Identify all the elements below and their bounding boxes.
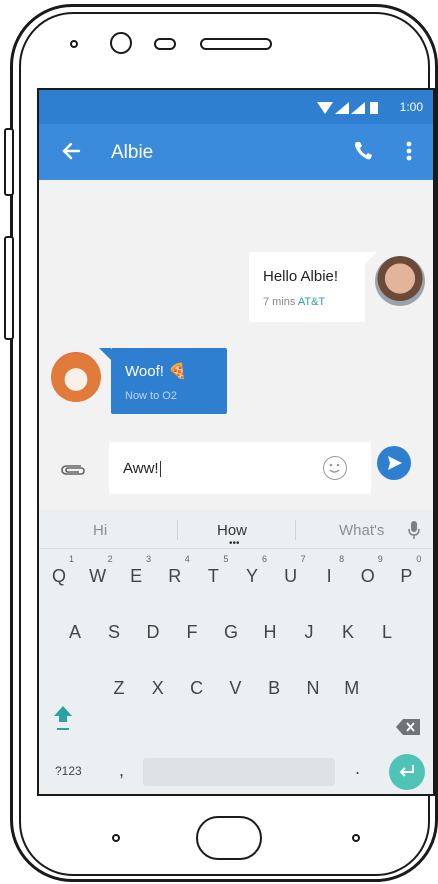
front-camera bbox=[110, 32, 132, 54]
key-t[interactable]: T5 bbox=[199, 554, 229, 594]
message-bubble-outgoing[interactable]: Hello Albie! 7 mins AT&T bbox=[249, 252, 365, 322]
key-c[interactable]: C bbox=[183, 670, 211, 706]
key-q[interactable]: Q1 bbox=[45, 554, 74, 594]
proximity-sensor bbox=[154, 38, 176, 50]
space-key[interactable] bbox=[143, 758, 335, 786]
comma-key[interactable]: , bbox=[119, 760, 124, 781]
key-v[interactable]: V bbox=[221, 670, 249, 706]
signal-icon-2 bbox=[351, 102, 365, 114]
key-y[interactable]: Y6 bbox=[238, 554, 267, 594]
key-e[interactable]: E3 bbox=[122, 554, 151, 594]
key-k[interactable]: K bbox=[334, 614, 362, 650]
phone-call-icon[interactable] bbox=[351, 138, 377, 164]
key-x[interactable]: X bbox=[144, 670, 172, 706]
key-w[interactable]: W2 bbox=[84, 554, 113, 594]
home-button[interactable] bbox=[196, 816, 262, 860]
suggestion-1[interactable]: Hi bbox=[93, 522, 107, 539]
more-options-icon[interactable] bbox=[399, 136, 419, 166]
key-f[interactable]: F bbox=[178, 614, 206, 650]
message-input[interactable]: Aww! bbox=[109, 442, 371, 494]
send-icon bbox=[388, 456, 402, 470]
phone-screen: 1:00 Albie Hello Albie! 7 mins AT&T Woof… bbox=[37, 88, 435, 796]
back-arrow-icon[interactable] bbox=[57, 136, 87, 166]
status-bar: 1:00 bbox=[39, 90, 433, 124]
key-i[interactable]: I8 bbox=[315, 554, 345, 594]
microphone-icon[interactable] bbox=[407, 520, 421, 540]
send-button[interactable] bbox=[377, 446, 411, 480]
key-m[interactable]: M bbox=[338, 670, 366, 706]
message-text: Hello Albie! bbox=[263, 268, 339, 285]
key-o[interactable]: O9 bbox=[354, 554, 383, 594]
key-g[interactable]: G bbox=[217, 614, 245, 650]
period-key[interactable]: . bbox=[355, 758, 360, 779]
power-button bbox=[4, 236, 14, 340]
earpiece-speaker bbox=[200, 38, 272, 50]
message-meta: 7 mins AT&T bbox=[263, 296, 326, 308]
emoji-icon[interactable] bbox=[323, 456, 347, 480]
signal-icon bbox=[335, 102, 349, 114]
key-u[interactable]: U7 bbox=[277, 554, 306, 594]
key-l[interactable]: L bbox=[373, 614, 401, 650]
backspace-icon[interactable] bbox=[395, 718, 421, 736]
suggestion-strip: Hi How ••• What's bbox=[39, 510, 433, 549]
message-meta: Now to O2 bbox=[125, 390, 177, 402]
contact-name: Albie bbox=[111, 142, 154, 163]
attachment-icon[interactable] bbox=[59, 460, 87, 480]
shift-key-icon[interactable] bbox=[53, 704, 73, 732]
more-suggestions-icon[interactable]: ••• bbox=[229, 538, 240, 549]
symbols-key[interactable]: ?123 bbox=[55, 764, 82, 778]
bubble-tail bbox=[99, 348, 111, 360]
sensor-dot bbox=[70, 40, 78, 48]
battery-icon bbox=[370, 102, 378, 114]
signal-icons bbox=[317, 102, 378, 114]
avatar-contact[interactable] bbox=[51, 352, 101, 402]
key-p[interactable]: P0 bbox=[392, 554, 421, 594]
key-r[interactable]: R4 bbox=[161, 554, 190, 594]
key-s[interactable]: S bbox=[100, 614, 128, 650]
key-h[interactable]: H bbox=[256, 614, 284, 650]
volume-button bbox=[4, 128, 14, 196]
back-key-indicator bbox=[112, 834, 120, 842]
message-input-value: Aww! bbox=[123, 460, 161, 478]
suggestion-2[interactable]: How bbox=[217, 522, 247, 539]
bubble-tail bbox=[365, 252, 377, 264]
message-text: Woof! 🍕 bbox=[125, 363, 187, 380]
enter-icon bbox=[399, 765, 414, 777]
suggestion-3[interactable]: What's bbox=[339, 522, 384, 539]
status-time: 1:00 bbox=[399, 100, 423, 114]
recents-key-indicator bbox=[352, 834, 360, 842]
key-d[interactable]: D bbox=[139, 614, 167, 650]
key-a[interactable]: A bbox=[61, 614, 89, 650]
key-b[interactable]: B bbox=[260, 670, 288, 706]
key-n[interactable]: N bbox=[299, 670, 327, 706]
avatar[interactable] bbox=[375, 256, 425, 306]
key-j[interactable]: J bbox=[295, 614, 323, 650]
keyboard: Hi How ••• What's ?123 , . Q 1 W 2 E 3 R… bbox=[39, 510, 433, 794]
message-bubble-incoming[interactable]: Woof! 🍕 Now to O2 bbox=[111, 348, 227, 414]
wifi-icon bbox=[317, 102, 333, 114]
composer: Aww! bbox=[39, 442, 433, 504]
key-z[interactable]: Z bbox=[105, 670, 133, 706]
enter-key[interactable] bbox=[389, 754, 425, 790]
app-bar: Albie bbox=[39, 124, 433, 180]
